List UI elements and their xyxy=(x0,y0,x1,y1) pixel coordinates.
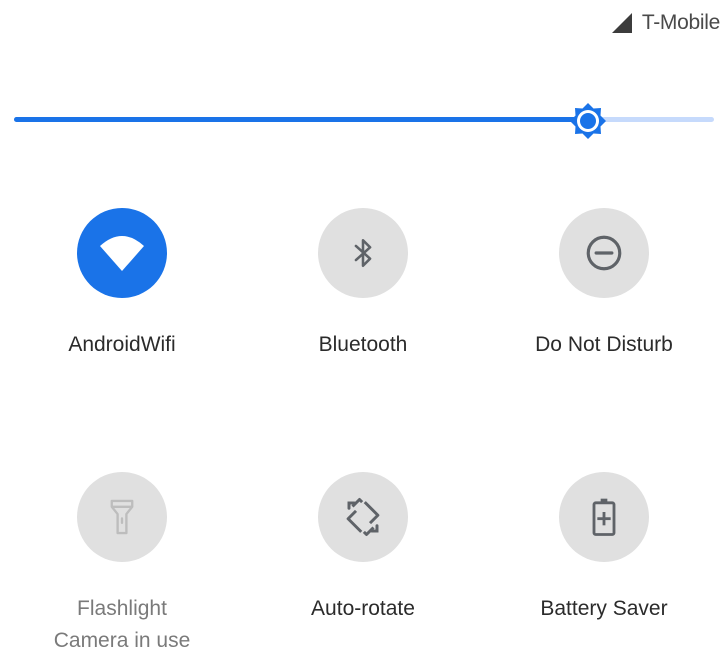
battery-saver-icon xyxy=(592,498,616,536)
quick-settings-panel: T-Mobile AndroidWifi Bluetooth Do Not Di… xyxy=(0,0,724,653)
tile-flashlight-sublabel: Camera in use xyxy=(53,629,191,652)
tile-bluetooth-button[interactable] xyxy=(318,208,408,298)
tile-wifi-label: AndroidWifi xyxy=(68,333,176,356)
status-bar: T-Mobile xyxy=(610,8,720,38)
tile-do-not-disturb[interactable]: Do Not Disturb xyxy=(494,208,714,358)
tile-do-not-disturb-button[interactable] xyxy=(559,208,649,298)
auto-rotate-icon xyxy=(346,498,380,536)
cell-signal-icon xyxy=(611,13,632,33)
tile-auto-rotate-button[interactable] xyxy=(318,472,408,562)
bluetooth-icon xyxy=(354,238,372,268)
tile-do-not-disturb-label: Do Not Disturb xyxy=(535,333,673,356)
brightness-slider-fill xyxy=(14,117,588,122)
tile-auto-rotate-label: Auto-rotate xyxy=(311,597,415,620)
tile-auto-rotate[interactable]: Auto-rotate xyxy=(253,472,473,622)
brightness-slider[interactable] xyxy=(14,100,714,140)
wifi-icon xyxy=(100,236,144,271)
tile-battery-saver-label: Battery Saver xyxy=(540,597,668,620)
tile-flashlight-button[interactable] xyxy=(77,472,167,562)
brightness-slider-thumb[interactable] xyxy=(567,100,609,142)
tile-flashlight-label: Flashlight xyxy=(77,597,167,620)
tile-wifi[interactable]: AndroidWifi xyxy=(12,208,232,358)
carrier-name: T-Mobile xyxy=(641,11,720,34)
flashlight-icon xyxy=(110,499,134,535)
tile-bluetooth-label: Bluetooth xyxy=(318,333,408,356)
tile-battery-saver[interactable]: Battery Saver xyxy=(494,472,714,622)
tile-battery-saver-button[interactable] xyxy=(559,472,649,562)
do-not-disturb-icon xyxy=(586,235,622,271)
tile-wifi-button[interactable] xyxy=(77,208,167,298)
tile-flashlight[interactable]: Flashlight Camera in use xyxy=(12,472,232,653)
tile-bluetooth[interactable]: Bluetooth xyxy=(253,208,473,358)
brightness-icon xyxy=(570,103,606,139)
